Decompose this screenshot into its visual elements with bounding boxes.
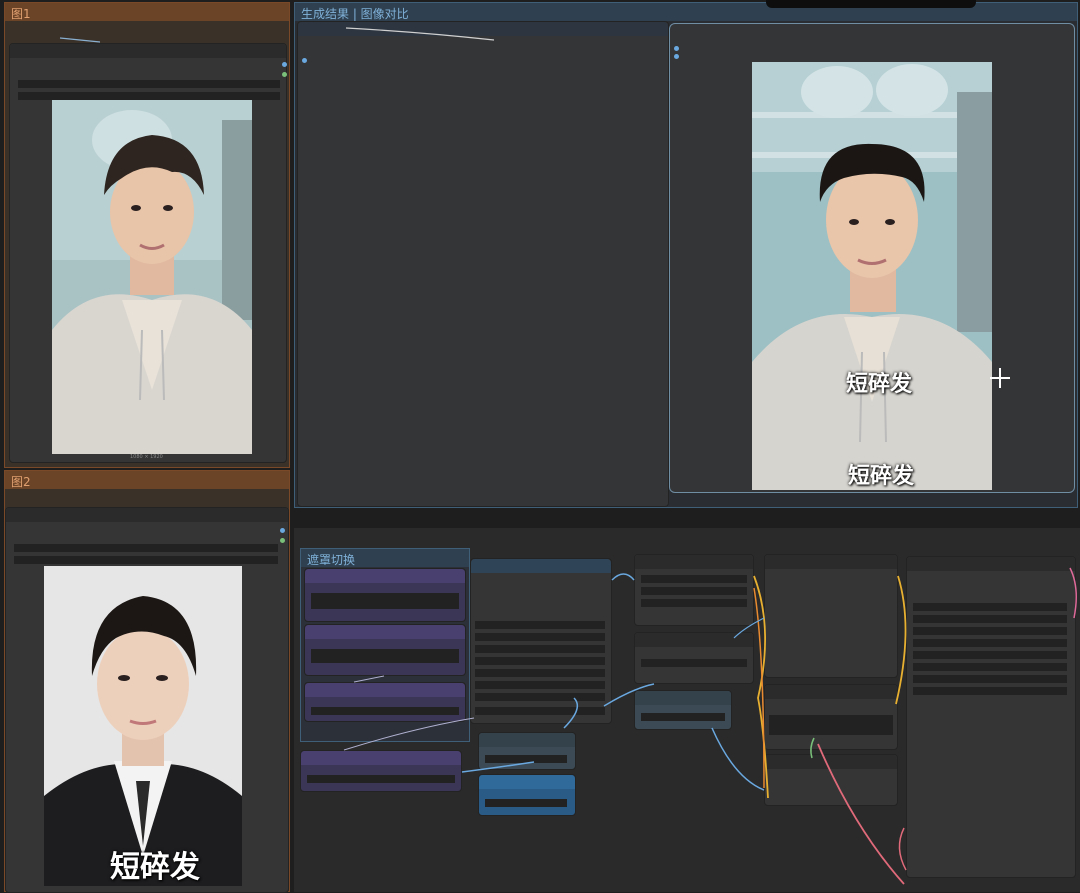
node-title-bar[interactable] [6, 508, 288, 522]
window-handle[interactable] [766, 0, 976, 8]
group-header[interactable]: 图2 [5, 471, 289, 489]
upload-widget[interactable] [18, 92, 280, 100]
result-image-preview: 短碎发 短碎发 [752, 62, 992, 490]
group-image2[interactable]: 图2 短碎发 [4, 470, 290, 893]
group-result[interactable]: 生成结果 | 图像对比 短碎发 短碎发 [294, 2, 1078, 508]
image-compare-node[interactable]: 短碎发 短碎发 [669, 23, 1075, 493]
output-port-mask[interactable] [282, 72, 287, 77]
load-image-node[interactable]: 短碎发 [5, 507, 289, 893]
load-image-node[interactable]: 1080 × 1920 [9, 43, 287, 463]
result-caption-bottom: 短碎发 [848, 464, 915, 489]
group-title: 图2 [11, 475, 31, 489]
image2-preview: 短碎发 [44, 566, 242, 886]
upload-widget[interactable] [14, 556, 278, 564]
bottom-canvas[interactable]: 遮罩切换 [294, 528, 1080, 892]
image-select-widget[interactable] [14, 544, 278, 552]
image2-caption: 短碎发 [110, 850, 200, 885]
result-caption-top: 短碎发 [846, 372, 913, 397]
node-links [343, 567, 1077, 885]
image-select-widget[interactable] [18, 80, 280, 88]
output-port[interactable] [282, 62, 287, 67]
output-port-mask[interactable] [280, 538, 285, 543]
output-port[interactable] [280, 528, 285, 533]
save-image-node[interactable] [297, 21, 669, 507]
group-image1[interactable]: 图1 1080 × 1920 [4, 2, 290, 468]
compare-slider-cursor[interactable] [990, 368, 1010, 388]
image-size-label: 1080 × 1920 [130, 454, 163, 460]
image1-preview [52, 100, 252, 454]
top-links [59, 27, 495, 43]
